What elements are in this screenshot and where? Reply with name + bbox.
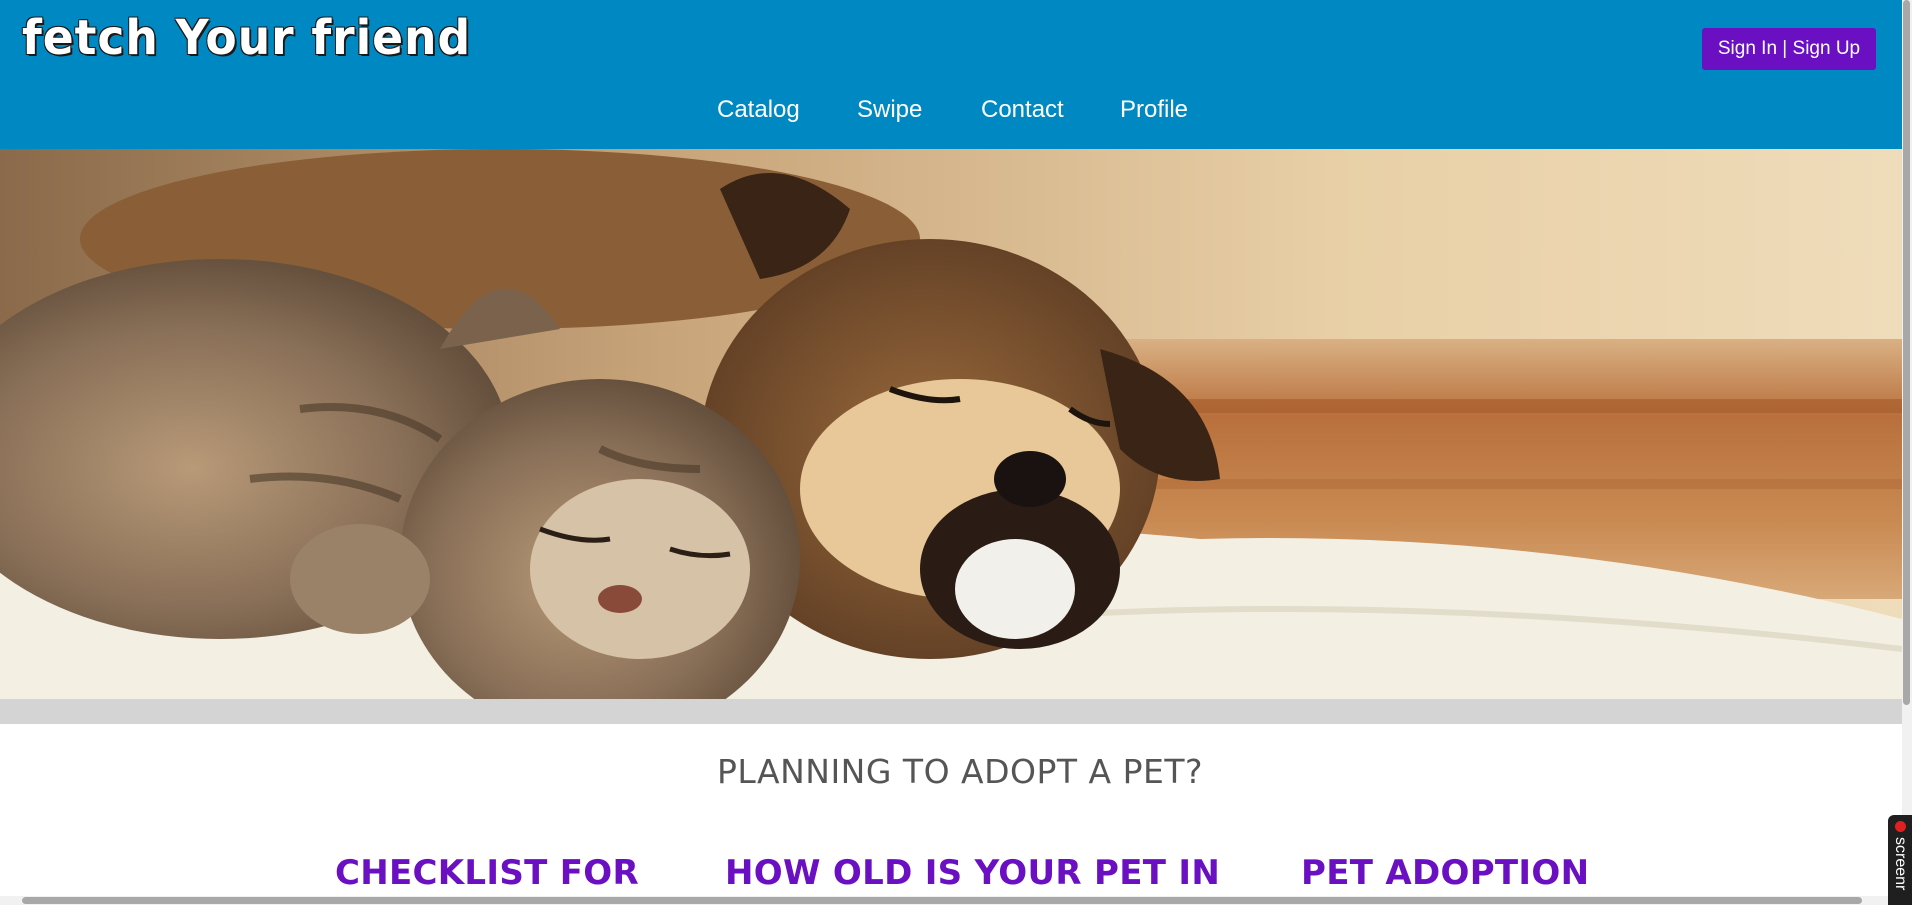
card-title-pet-age[interactable]: HOW OLD IS YOUR PET IN: [725, 853, 1220, 893]
vertical-scrollbar-thumb[interactable]: [1903, 0, 1910, 705]
card-title-pet-adoption[interactable]: PET ADOPTION: [1301, 853, 1589, 893]
record-icon: [1895, 821, 1906, 832]
hero-divider-band: [0, 699, 1902, 724]
card-title-checklist[interactable]: CHECKLIST FOR: [335, 853, 639, 893]
hero-image: [0, 149, 1902, 699]
nav-link-catalog[interactable]: Catalog: [717, 96, 800, 124]
section-title: PLANNING TO ADOPT A PET?: [716, 752, 1204, 791]
nav-link-profile[interactable]: Profile: [1120, 96, 1188, 124]
recorder-label: screenr: [1892, 837, 1909, 891]
nav-link-swipe[interactable]: Swipe: [857, 96, 922, 124]
nav-link-contact[interactable]: Contact: [981, 96, 1064, 124]
sign-in-sign-up-button[interactable]: Sign In | Sign Up: [1702, 28, 1876, 70]
site-logo[interactable]: fetch Your friend: [22, 10, 471, 66]
screen-recorder-widget[interactable]: screenr: [1888, 815, 1912, 905]
hero-pets-illustration: [0, 149, 1902, 699]
horizontal-scrollbar-thumb[interactable]: [22, 897, 1862, 904]
site-header: fetch Your friend Sign In | Sign Up Cata…: [0, 0, 1902, 149]
main-nav: Catalog Swipe Contact Profile: [0, 92, 1902, 124]
